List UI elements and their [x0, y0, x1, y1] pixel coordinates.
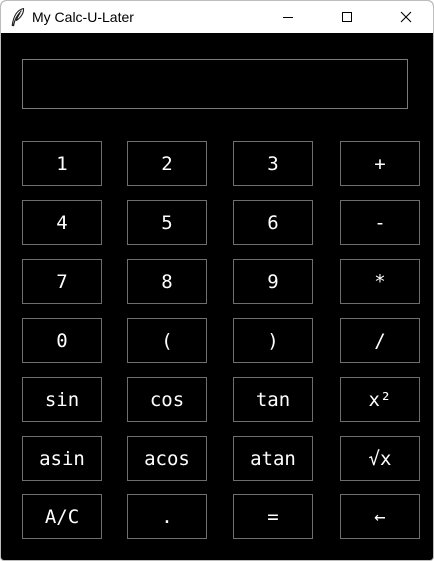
open-paren-button[interactable]: (	[127, 318, 207, 363]
key-7-button[interactable]: 7	[22, 259, 102, 304]
feather-icon	[9, 7, 27, 27]
close-paren-button[interactable]: )	[233, 318, 313, 363]
tan-button[interactable]: tan	[233, 377, 313, 422]
key-2-button[interactable]: 2	[127, 141, 207, 186]
minimize-icon	[283, 17, 293, 18]
atan-button[interactable]: atan	[233, 436, 313, 481]
all-clear-button[interactable]: A/C	[22, 494, 102, 539]
title-bar[interactable]: My Calc-U-Later	[1, 1, 433, 33]
square-button[interactable]: x²	[340, 377, 420, 422]
key-0-button[interactable]: 0	[22, 318, 102, 363]
sin-button[interactable]: sin	[22, 377, 102, 422]
calculator-window: My Calc-U-Later 1 2 3 +4 5 6- 7 8 9 * 0 () / sin cos ta…	[0, 0, 434, 561]
key-5-button[interactable]: 5	[127, 200, 207, 245]
multiply-button[interactable]: *	[340, 259, 420, 304]
key-4-button[interactable]: 4	[22, 200, 102, 245]
key-9-button[interactable]: 9	[233, 259, 313, 304]
backspace-button[interactable]: ←	[340, 494, 420, 539]
acos-button[interactable]: acos	[127, 436, 207, 481]
calculator-display[interactable]	[22, 59, 408, 109]
minimize-button[interactable]	[265, 1, 311, 33]
key-1-button[interactable]: 1	[22, 141, 102, 186]
maximize-icon	[342, 12, 352, 22]
key-6-button[interactable]: 6	[233, 200, 313, 245]
key-8-button[interactable]: 8	[127, 259, 207, 304]
key-3-button[interactable]: 3	[233, 141, 313, 186]
maximize-button[interactable]	[324, 1, 370, 33]
subtract-button[interactable]: -	[340, 200, 420, 245]
equals-button[interactable]: =	[233, 494, 313, 539]
divide-button[interactable]: /	[340, 318, 420, 363]
close-icon	[400, 11, 412, 23]
cos-button[interactable]: cos	[127, 377, 207, 422]
asin-button[interactable]: asin	[22, 436, 102, 481]
decimal-point-button[interactable]: .	[127, 494, 207, 539]
square-root-button[interactable]: √x	[340, 436, 420, 481]
window-title: My Calc-U-Later	[32, 9, 134, 25]
add-button[interactable]: +	[340, 141, 420, 186]
close-button[interactable]	[383, 1, 429, 33]
